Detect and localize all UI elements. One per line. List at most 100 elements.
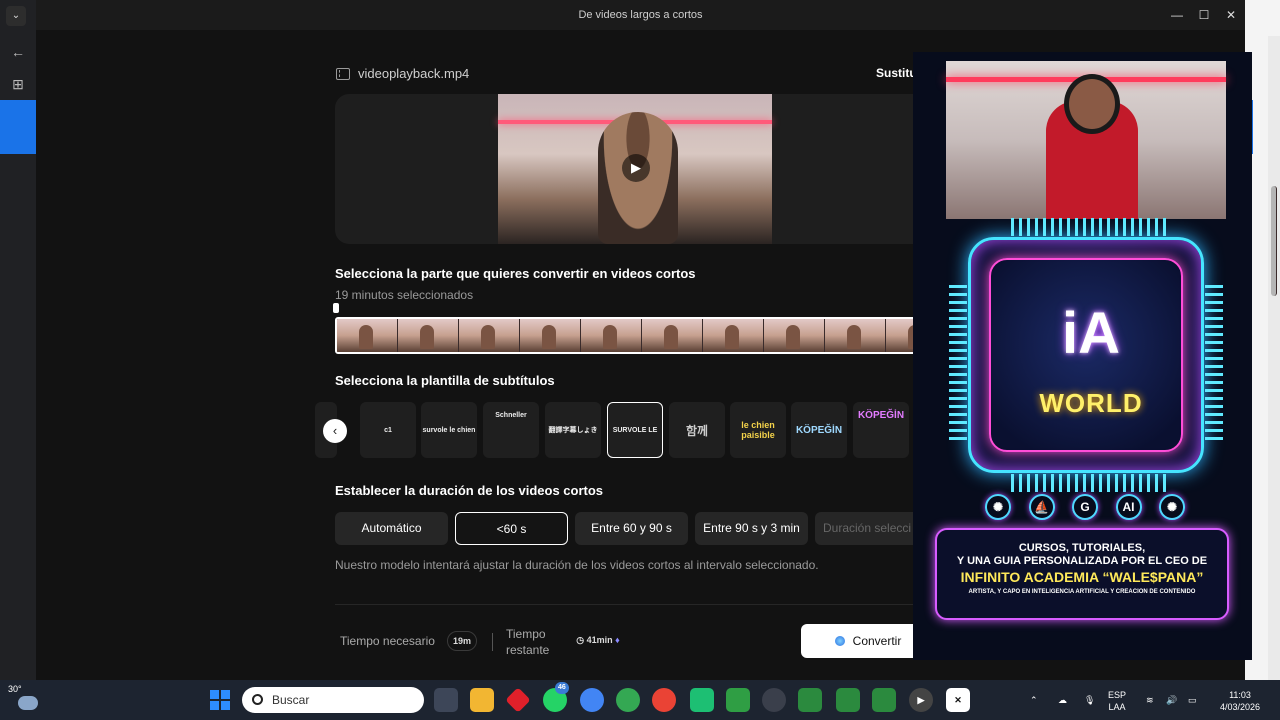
weather-icon [18,696,38,710]
window-title: De videos largos a cortos [578,9,703,21]
timeline-thumbnail [642,319,703,352]
time-left-label-line: Tiempo [506,627,546,641]
timeline-start-handle[interactable] [333,303,339,313]
app-icon[interactable] [836,688,860,712]
clock-date: 4/03/2026 [1219,702,1261,712]
promo-line: CURSOS, TUTORIALES, [1018,542,1146,554]
tab-menu-button[interactable]: ⌄ [6,6,26,26]
chip-pins [1011,218,1171,236]
tray-app-icon[interactable]: ☁ [1058,694,1067,706]
chip-pins [949,280,967,440]
chip-pins [1205,280,1223,440]
ai-brand-icons: ✺ ⛵ G AI ✺ [985,494,1185,520]
replace-file-link[interactable]: Sustitu [876,66,917,80]
scrollbar-thumb[interactable] [1271,186,1277,296]
chrome-icon[interactable] [652,688,676,712]
back-icon[interactable]: ← [6,40,30,64]
film-icon [336,67,350,80]
template-option[interactable]: Schneller [483,402,539,458]
app-icon[interactable] [690,688,714,712]
taskbar-search[interactable]: Buscar [242,687,424,713]
template-option[interactable]: 함께 [669,402,725,458]
background-accent [0,100,36,154]
media-player-icon[interactable]: ▶ [909,688,933,712]
app-icon[interactable] [798,688,822,712]
apps-icon[interactable]: ⊞ [6,72,30,96]
language-indicator[interactable]: ESP LAA [1108,689,1126,713]
battery-icon[interactable]: ▭ [1188,694,1197,706]
promo-text-box: CURSOS, TUTORIALES, Y UNA GUIA PERSONALI… [935,528,1229,620]
footer-separator [492,633,493,651]
file-row: videoplayback.mp4 [336,66,469,81]
template-option[interactable]: 翻譯字幕しょき [545,402,601,458]
file-explorer-icon[interactable] [470,688,494,712]
time-needed-value: 19m [447,631,477,651]
templates-prev-button[interactable]: ‹ [323,419,347,443]
timeline-thumbnail [703,319,764,352]
template-option[interactable]: KÖPEĞİN [791,402,847,458]
weather-widget[interactable]: 30° [8,684,38,710]
duration-under-60-button[interactable]: <60 s [455,512,568,545]
chip-core: iA WORLD [989,258,1183,452]
browser-side-rail: ← ⊞ [0,0,36,680]
minimize-button[interactable]: — [1164,0,1190,30]
time-left-label-line: restante [506,643,550,657]
maximize-button[interactable]: ☐ [1191,0,1217,30]
app-icon[interactable] [762,688,786,712]
template-option[interactable]: survole le chien [421,402,477,458]
tray-chevron-icon[interactable]: ⌃ [1030,694,1038,706]
close-button[interactable]: ✕ [1218,0,1244,30]
capcut-icon[interactable]: ✕ [946,688,970,712]
search-placeholder: Buscar [272,693,310,707]
duration-auto-button[interactable]: Automático [335,512,448,545]
webcam-feed [946,61,1226,219]
presenter-head [1069,79,1115,129]
app-icon[interactable] [505,687,531,713]
app-icon[interactable] [872,688,896,712]
window-titlebar: ⌄ De videos largos a cortos — ☐ ✕ [6,0,1245,30]
microphone-icon[interactable]: 🎙 [1084,694,1095,706]
timeline-thumbnail [337,319,398,352]
video-preview[interactable]: ▶ [498,94,772,244]
file-name: videoplayback.mp4 [358,66,470,81]
template-option[interactable]: KÖPEĞİN [853,402,909,458]
task-view-icon[interactable] [434,688,458,712]
template-option-selected[interactable]: SURVOLE LE [607,402,663,458]
promo-tagline: ARTISTA, Y CAPO EN INTELIGENCIA ARTIFICI… [968,589,1196,595]
footer-divider [335,604,935,605]
video-timeline[interactable] [335,317,935,354]
promo-headline: INFINITO ACADEMIA “WALE$PANA” [960,569,1204,585]
timeline-thumbnail [520,319,581,352]
lang-line: ESP [1108,690,1127,700]
google-icon: G [1072,494,1098,520]
chrome-icon[interactable] [580,688,604,712]
subtitle-template-heading: Selecciona la plantilla de subtítulos [335,373,555,388]
openai-icon: ✺ [985,494,1011,520]
duration-60-90-button[interactable]: Entre 60 y 90 s [575,512,688,545]
whatsapp-icon[interactable]: 46 [543,682,569,712]
clock-icon: ◷ [576,635,587,645]
play-icon[interactable]: ▶ [622,154,650,182]
template-option[interactable]: le chien paisible [730,402,786,458]
windows-taskbar: 30° Buscar 46 ▶ ✕ ⌃ ☁ 🎙 ESP LAA ≋ 🔊 ▭ 11… [0,680,1280,720]
selected-minutes: 19 minutos seleccionados [335,288,474,302]
temperature: 30° [8,684,22,694]
world-text: WORLD [1039,388,1143,418]
timeline-thumbnail [764,319,825,352]
gem-icon: ♦ [612,635,620,645]
duration-90s-3min-button[interactable]: Entre 90 s y 3 min [695,512,808,545]
duration-hint: Nuestro modelo intentará ajustar la dura… [335,558,819,572]
app-icon[interactable] [726,688,750,712]
openai-icon: ✺ [1159,494,1185,520]
wifi-icon[interactable]: ≋ [1146,694,1154,706]
page-scrollbar[interactable] [1268,36,1280,680]
chrome-icon[interactable] [616,688,640,712]
clock[interactable]: 11:03 4/03/2026 [1218,689,1262,713]
convert-label: Convertir [852,634,902,648]
start-button[interactable] [210,690,230,710]
volume-icon[interactable]: 🔊 [1166,694,1177,706]
clock-time: 11:03 [1229,690,1251,700]
template-option[interactable]: c1 [360,402,416,458]
time-left-value: ◷ 41min ♦ [566,631,630,651]
desktop: ← ⊞ ⌄ De videos largos a cortos — ☐ ✕ vi… [0,0,1280,680]
